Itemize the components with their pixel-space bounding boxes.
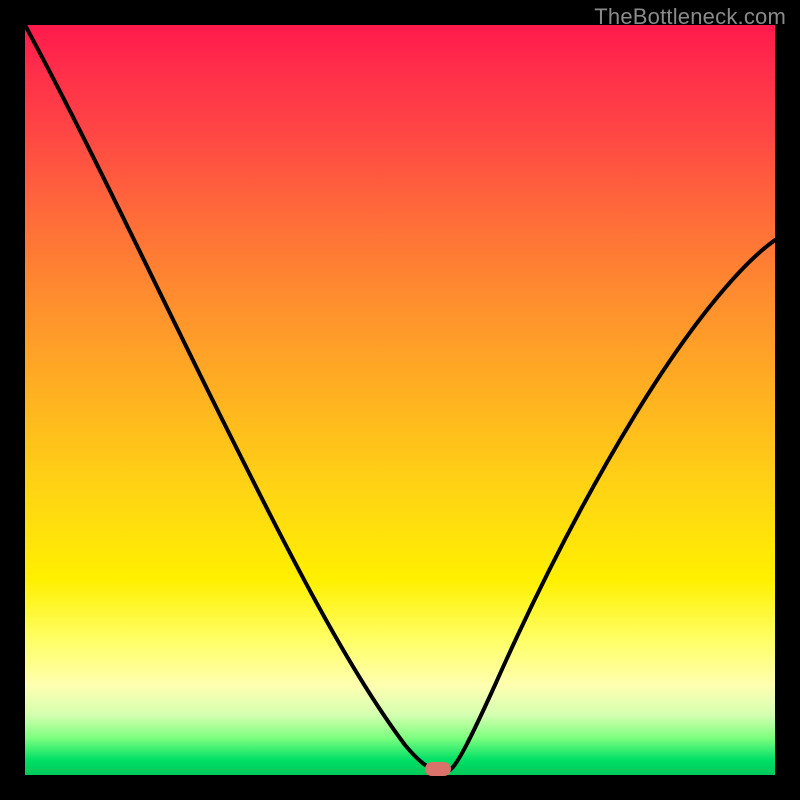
bottleneck-curve	[25, 25, 775, 775]
optimal-point-marker	[425, 762, 451, 776]
curve-path	[25, 25, 775, 770]
plot-area	[25, 25, 775, 775]
watermark-text: TheBottleneck.com	[594, 4, 786, 30]
chart-frame: TheBottleneck.com	[0, 0, 800, 800]
